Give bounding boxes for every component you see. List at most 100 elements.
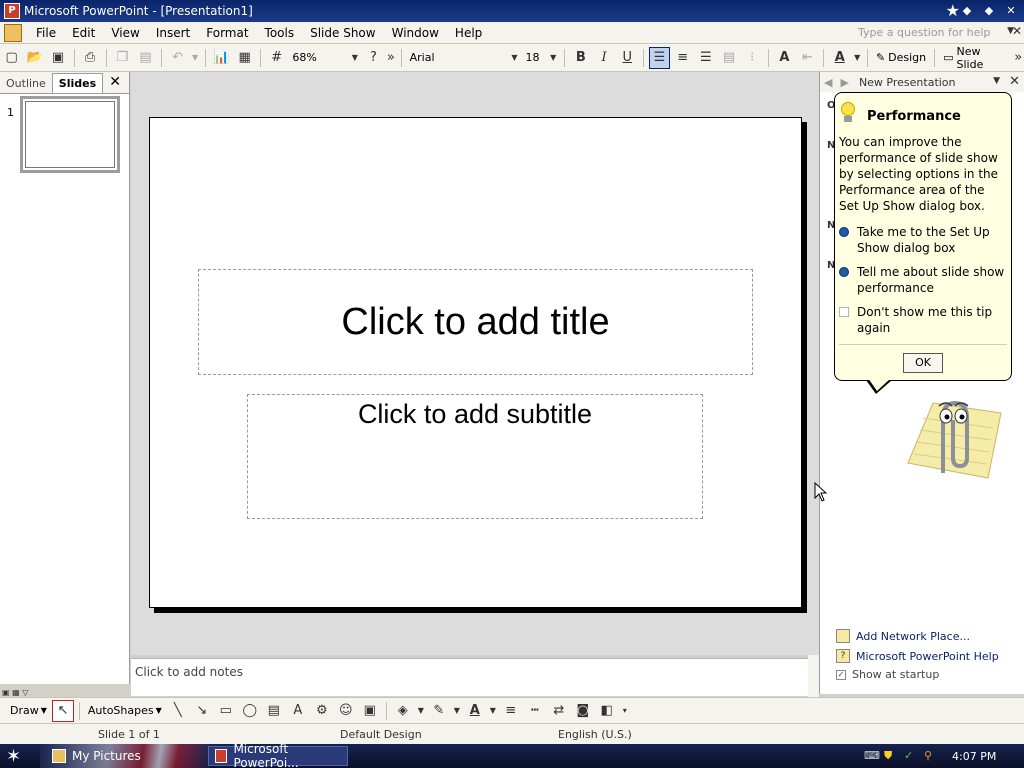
- balloon-option-performance[interactable]: Tell me about slide show performance: [839, 264, 1007, 296]
- autoshapes-menu-button[interactable]: AutoShapes ▼: [84, 704, 166, 717]
- show-grid-icon[interactable]: #: [266, 47, 287, 69]
- draw-menu-button[interactable]: Draw ▼: [6, 704, 51, 717]
- save-icon[interactable]: ▣: [47, 47, 68, 69]
- increase-font-icon[interactable]: A: [774, 47, 795, 69]
- new-slide-button[interactable]: ▭ New Slide: [939, 45, 1012, 71]
- decrease-indent-icon[interactable]: ⇤: [797, 47, 818, 69]
- restore-button[interactable]: ◆: [980, 3, 998, 19]
- close-button[interactable]: ✕: [1002, 3, 1020, 19]
- align-center-icon[interactable]: ≡: [672, 47, 693, 69]
- menu-window[interactable]: Window: [384, 26, 447, 40]
- toolbar-options-icon[interactable]: »: [386, 47, 396, 69]
- font-size-select[interactable]: 18 ▼: [521, 48, 561, 67]
- taskbar-item-my-pictures[interactable]: My Pictures: [46, 746, 147, 766]
- 3d-style-icon[interactable]: ◧: [596, 700, 618, 722]
- line-color-icon[interactable]: ✎: [428, 700, 450, 722]
- task-pane-title[interactable]: New Presentation: [859, 76, 956, 89]
- font-name-select[interactable]: Arial ▼: [405, 48, 522, 67]
- underline-button[interactable]: U: [617, 47, 638, 69]
- font-color-icon[interactable]: A: [464, 700, 486, 722]
- copy-icon[interactable]: ❐: [112, 47, 133, 69]
- chevron-down-icon[interactable]: ▼: [993, 76, 1000, 86]
- bold-button[interactable]: B: [570, 47, 591, 69]
- clip-art-icon[interactable]: ☺: [335, 700, 357, 722]
- search-icon[interactable]: ⚲: [924, 750, 936, 762]
- add-network-place-link[interactable]: Add Network Place...: [836, 628, 999, 644]
- bullets-icon[interactable]: ⁝: [742, 47, 763, 69]
- menu-help[interactable]: Help: [447, 26, 490, 40]
- document-close-icon[interactable]: ✕: [1012, 24, 1022, 38]
- print-icon[interactable]: ⎙: [80, 47, 101, 69]
- open-folder-icon[interactable]: 📂: [24, 47, 45, 69]
- line-style-icon[interactable]: ≡: [500, 700, 522, 722]
- rectangle-icon[interactable]: ▭: [215, 700, 237, 722]
- new-file-icon[interactable]: ▢: [1, 47, 22, 69]
- justify-icon[interactable]: ▤: [718, 47, 739, 69]
- dash-style-icon[interactable]: ┅: [524, 700, 546, 722]
- view-buttons[interactable]: ▣ ▦ ▽: [2, 688, 28, 697]
- close-icon[interactable]: ✕: [109, 74, 121, 90]
- insert-chart-icon[interactable]: 📊: [211, 47, 232, 69]
- close-icon[interactable]: ✕: [1009, 74, 1020, 89]
- insert-picture-icon[interactable]: ▣: [359, 700, 381, 722]
- select-objects-icon[interactable]: ↖: [51, 699, 74, 722]
- notes-pane[interactable]: Click to add notes: [131, 658, 808, 696]
- menu-slide-show[interactable]: Slide Show: [302, 26, 383, 40]
- dont-show-tip-checkbox[interactable]: Don't show me this tip again: [839, 304, 1007, 336]
- italic-button[interactable]: I: [593, 47, 614, 69]
- title-placeholder[interactable]: Click to add title: [198, 269, 753, 375]
- font-color-dropdown-icon[interactable]: ▼: [852, 47, 862, 69]
- clock[interactable]: 4:07 PM: [952, 750, 996, 763]
- tab-slides[interactable]: Slides: [51, 73, 104, 93]
- office-assistant-clippy[interactable]: [903, 388, 1003, 483]
- fill-color-dropdown-icon[interactable]: ▼: [416, 700, 426, 722]
- start-button-star-icon[interactable]: ✶: [6, 746, 21, 767]
- keyboard-icon[interactable]: ⌨: [864, 750, 880, 762]
- help-search-input[interactable]: Type a question for help: [854, 25, 1002, 41]
- oval-icon[interactable]: ◯: [239, 700, 261, 722]
- powerpoint-help-link[interactable]: ? Microsoft PowerPoint Help: [836, 648, 999, 664]
- taskbar-item-powerpoint[interactable]: Microsoft PowerPoi...: [208, 742, 348, 768]
- paste-icon[interactable]: ▤: [135, 47, 156, 69]
- arrow-icon[interactable]: ↘: [191, 700, 213, 722]
- splitter[interactable]: [808, 655, 819, 697]
- slide[interactable]: Click to add title Click to add subtitle: [149, 117, 802, 608]
- shadow-style-icon[interactable]: ◙: [572, 700, 594, 722]
- menu-format[interactable]: Format: [198, 26, 256, 40]
- text-box-icon[interactable]: ▤: [263, 700, 285, 722]
- show-at-startup-checkbox[interactable]: ✓ Show at startup: [836, 668, 999, 681]
- toolbar-options-icon[interactable]: »: [1013, 47, 1023, 69]
- insert-table-icon[interactable]: ▦: [234, 47, 255, 69]
- diagram-icon[interactable]: ⚙: [311, 700, 333, 722]
- line-icon[interactable]: ╲: [167, 700, 189, 722]
- document-icon[interactable]: [4, 23, 22, 42]
- arrow-style-icon[interactable]: ⇄: [548, 700, 570, 722]
- menu-view[interactable]: View: [103, 26, 147, 40]
- minimize-button[interactable]: ◆: [958, 3, 976, 19]
- menu-insert[interactable]: Insert: [148, 26, 198, 40]
- menu-tools[interactable]: Tools: [257, 26, 303, 40]
- menu-file[interactable]: File: [28, 26, 64, 40]
- undo-dropdown-icon[interactable]: ▼: [190, 47, 200, 69]
- powerpoint-app-icon[interactable]: P: [4, 3, 20, 19]
- align-left-icon[interactable]: ☰: [648, 46, 671, 69]
- toolbar-options-icon[interactable]: ▾: [620, 700, 630, 722]
- tab-outline[interactable]: Outline: [0, 74, 52, 93]
- subtitle-placeholder[interactable]: Click to add subtitle: [247, 394, 703, 519]
- network-icon[interactable]: ✓: [904, 750, 916, 762]
- help-icon[interactable]: ?: [363, 47, 384, 69]
- back-arrow-icon[interactable]: ◀: [824, 76, 832, 89]
- slide-thumbnail[interactable]: [19, 95, 121, 174]
- font-color-icon[interactable]: A: [829, 47, 850, 69]
- menu-edit[interactable]: Edit: [64, 26, 103, 40]
- wordart-icon[interactable]: A: [287, 700, 309, 722]
- undo-icon[interactable]: ↶: [167, 47, 188, 69]
- shield-icon[interactable]: ⛊: [884, 750, 896, 762]
- balloon-option-setup[interactable]: Take me to the Set Up Show dialog box: [839, 224, 1007, 256]
- line-color-dropdown-icon[interactable]: ▼: [452, 700, 462, 722]
- font-color-dropdown-icon[interactable]: ▼: [488, 700, 498, 722]
- ok-button[interactable]: OK: [903, 353, 943, 373]
- zoom-select[interactable]: 68% ▼: [288, 48, 362, 67]
- design-button[interactable]: ✎ Design: [872, 51, 930, 64]
- fill-color-icon[interactable]: ◈: [392, 700, 414, 722]
